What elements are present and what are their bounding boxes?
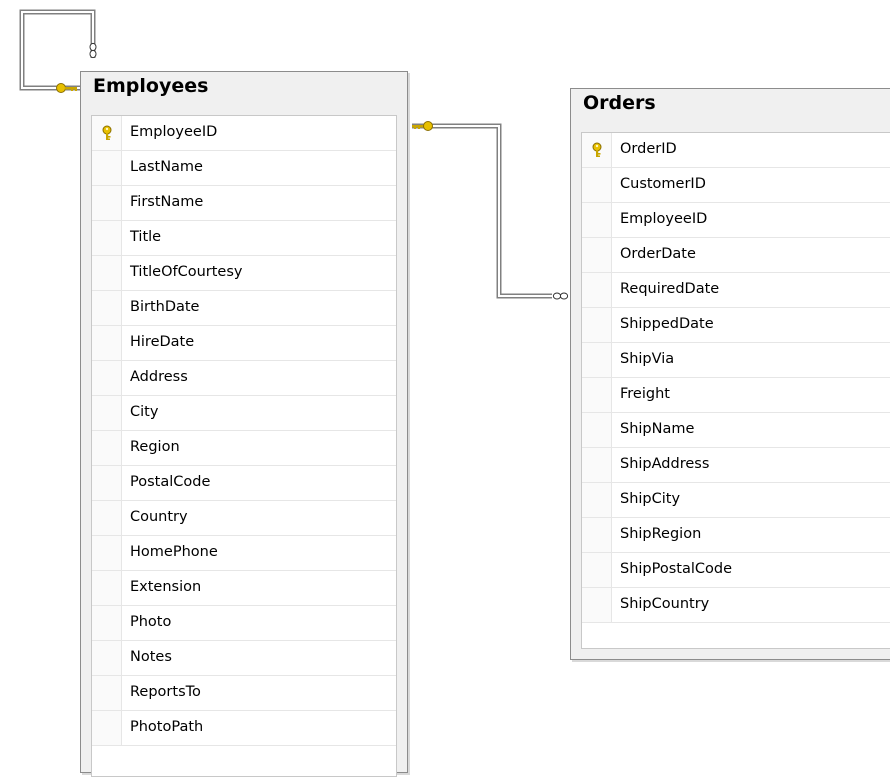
relationship-lines xyxy=(19,9,569,300)
infinity-icon xyxy=(552,292,569,300)
key-icon xyxy=(56,83,77,93)
relationship-employees-self[interactable] xyxy=(19,9,96,91)
key-icon xyxy=(412,121,433,131)
infinity-icon xyxy=(89,42,97,59)
relationship-employees-orders[interactable] xyxy=(412,123,552,299)
